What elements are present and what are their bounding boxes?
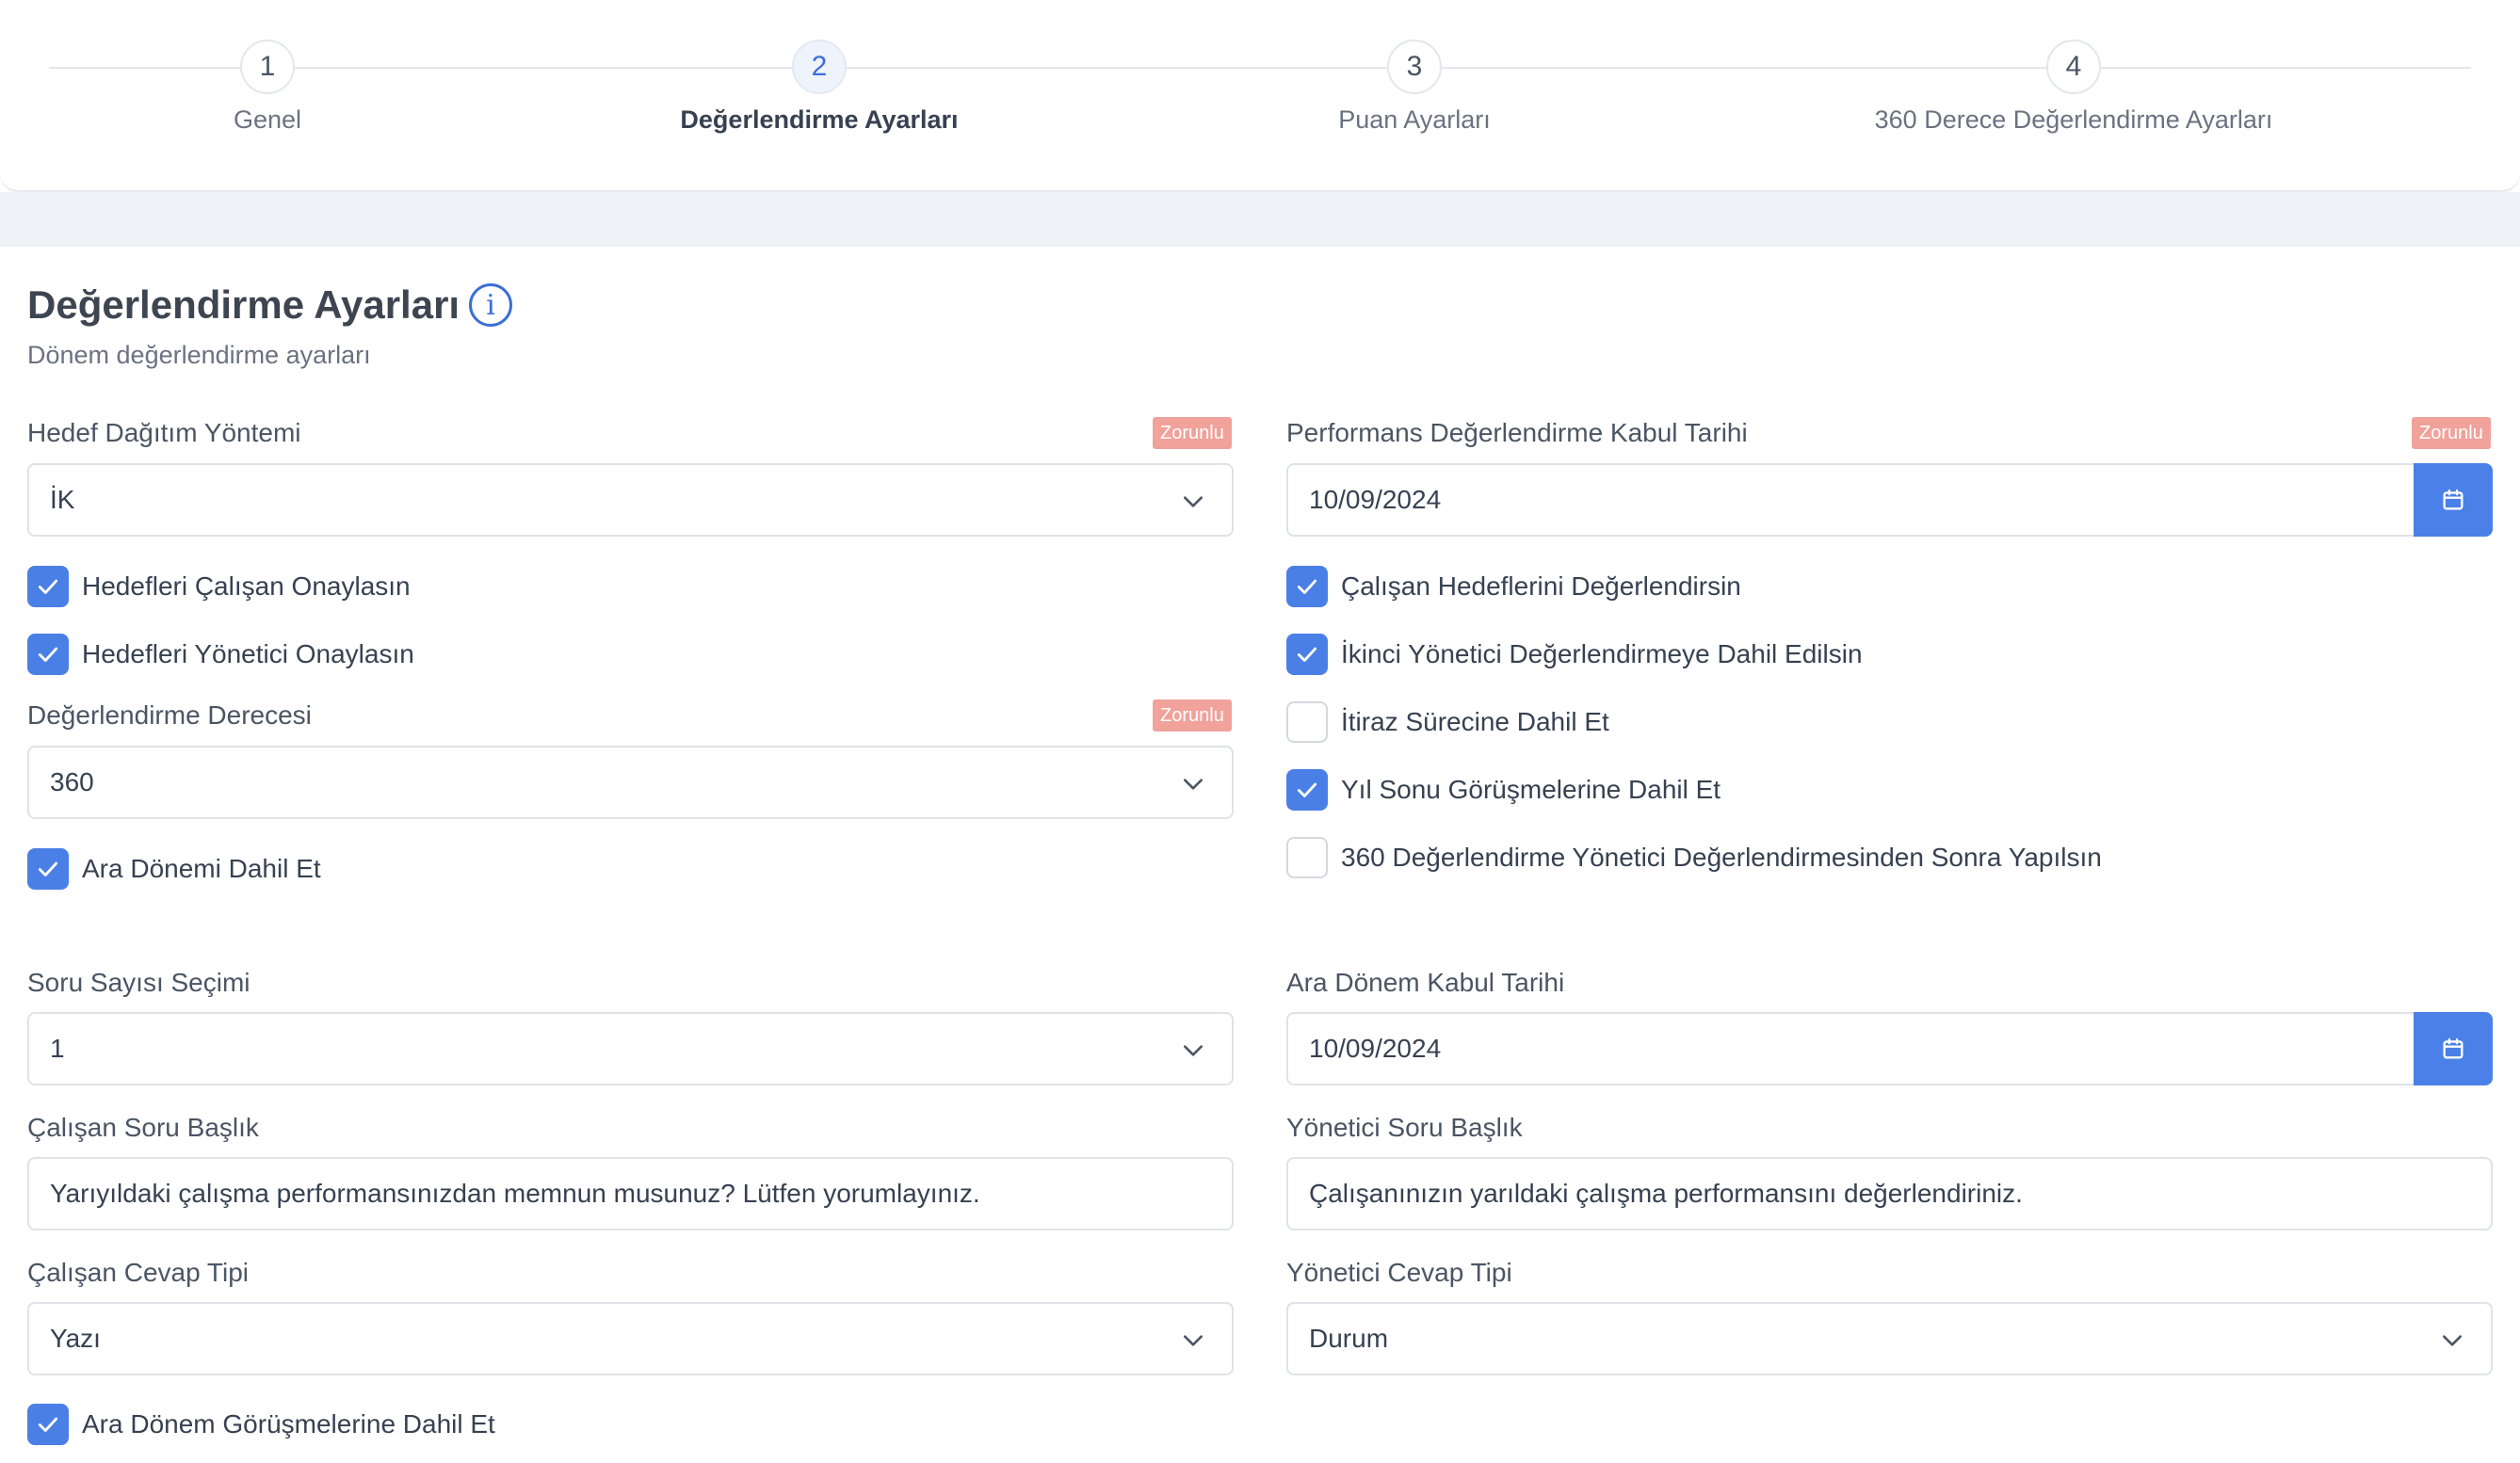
- degree-select[interactable]: 360: [27, 746, 1234, 819]
- check-icon: [1286, 769, 1328, 811]
- question-count-label: Soru Sayısı Seçimi: [27, 968, 250, 997]
- manager-answer-type-value: Durum: [1309, 1324, 1389, 1353]
- checkbox-label: Hedefleri Çalışan Onaylasın: [82, 571, 411, 601]
- chevron-down-icon: [1184, 496, 1203, 507]
- include-interim-checkbox[interactable]: Ara Dönemi Dahil Et: [27, 848, 321, 890]
- interim-date-input[interactable]: 10/09/2024: [1286, 1012, 2493, 1085]
- step-number: 4: [2046, 40, 2101, 94]
- acceptance-date-input[interactable]: 10/09/2024: [1286, 463, 2493, 537]
- interim-date-value: 10/09/2024: [1309, 1034, 1442, 1063]
- page-subtitle: Dönem değerlendirme ayarları: [27, 341, 371, 369]
- chevron-down-icon: [1184, 1045, 1203, 1056]
- page-title: Değerlendirme Ayarları i: [27, 282, 513, 328]
- stepper: 1 Genel 2 Değerlendirme Ayarları 3 Puan …: [0, 0, 2520, 192]
- include-interim-meetings-checkbox[interactable]: Ara Dönem Görüşmelerine Dahil Et: [27, 1404, 495, 1445]
- checkbox-label: Hedefleri Yönetici Onaylasın: [82, 639, 414, 668]
- chevron-down-icon: [1184, 779, 1203, 790]
- page-title-text: Değerlendirme Ayarları: [27, 282, 460, 327]
- checkbox-label: İtiraz Sürecine Dahil Et: [1341, 707, 1609, 736]
- required-badge: Zorunlu: [1153, 699, 1232, 732]
- check-icon: [1286, 634, 1328, 675]
- employee-answer-type-value: Yazı: [50, 1324, 101, 1353]
- manager-answer-type-select[interactable]: Durum: [1286, 1302, 2493, 1375]
- calendar-icon: [2443, 1037, 2463, 1059]
- step-360-settings[interactable]: 4 360 Derece Değerlendirme Ayarları: [1697, 40, 2450, 135]
- checkbox-label: Ara Dönemi Dahil Et: [82, 854, 321, 883]
- evaluation-settings-panel: Değerlendirme Ayarları i Dönem değerlend…: [0, 247, 2520, 1463]
- info-icon[interactable]: i: [469, 283, 513, 327]
- manager-question-label: Yönetici Soru Başlık: [1286, 1113, 1523, 1142]
- employee-answer-type-select[interactable]: Yazı: [27, 1302, 1234, 1375]
- acceptance-date-label: Performans Değerlendirme Kabul Tarihi: [1286, 418, 1748, 447]
- checkbox-label: 360 Değerlendirme Yönetici Değerlendirme…: [1341, 843, 2102, 872]
- calendar-button[interactable]: [2414, 1012, 2493, 1085]
- employee-question-label: Çalışan Soru Başlık: [27, 1113, 259, 1142]
- degree-label: Değerlendirme Derecesi: [27, 700, 312, 730]
- distribution-value: İK: [50, 485, 75, 514]
- calendar-icon: [2443, 489, 2463, 510]
- manager-question-input[interactable]: Çalışanınızın yarıldaki çalışma performa…: [1286, 1157, 2493, 1230]
- approve-manager-checkbox[interactable]: Hedefleri Yönetici Onaylasın: [27, 634, 414, 675]
- question-count-select[interactable]: 1: [27, 1012, 1234, 1085]
- second-manager-checkbox[interactable]: İkinci Yönetici Değerlendirmeye Dahil Ed…: [1286, 634, 1863, 675]
- step-label: Puan Ayarları: [1338, 105, 1491, 134]
- employee-evaluate-checkbox[interactable]: Çalışan Hedeflerini Değerlendirsin: [1286, 566, 1741, 607]
- checkbox-label: Ara Dönem Görüşmelerine Dahil Et: [82, 1409, 495, 1439]
- calendar-button[interactable]: [2414, 463, 2493, 537]
- check-icon: [27, 566, 69, 607]
- question-count-value: 1: [50, 1034, 65, 1063]
- employee-answer-type-label: Çalışan Cevap Tipi: [27, 1258, 250, 1287]
- checkbox-label: Çalışan Hedeflerini Değerlendirsin: [1341, 571, 1741, 601]
- check-icon: [27, 848, 69, 890]
- employee-question-input[interactable]: Yarıyıldaki çalışma performansınızdan me…: [27, 1157, 1234, 1230]
- distribution-label: Hedef Dağıtım Yöntemi: [27, 418, 301, 447]
- manager-answer-type-label: Yönetici Cevap Tipi: [1286, 1258, 1512, 1287]
- step-number: 2: [792, 40, 847, 94]
- check-icon: [1286, 566, 1328, 607]
- objection-checkbox[interactable]: İtiraz Sürecine Dahil Et: [1286, 701, 1609, 743]
- checkbox-label: İkinci Yönetici Değerlendirmeye Dahil Ed…: [1341, 639, 1863, 668]
- degree-value: 360: [50, 767, 94, 796]
- approve-employee-checkbox[interactable]: Hedefleri Çalışan Onaylasın: [27, 566, 411, 607]
- chevron-down-icon: [2443, 1335, 2462, 1346]
- step-number: 1: [240, 40, 295, 94]
- empty-checkbox-icon: [1286, 701, 1328, 743]
- interim-date-label: Ara Dönem Kabul Tarihi: [1286, 968, 1565, 997]
- after-manager-checkbox[interactable]: 360 Değerlendirme Yönetici Değerlendirme…: [1286, 837, 2102, 878]
- required-badge: Zorunlu: [2412, 417, 2491, 449]
- employee-question-value: Yarıyıldaki çalışma performansınızdan me…: [50, 1179, 980, 1208]
- step-score-settings[interactable]: 3 Puan Ayarları: [1038, 40, 1791, 135]
- manager-question-value: Çalışanınızın yarıldaki çalışma performa…: [1309, 1179, 2023, 1208]
- check-icon: [27, 1404, 69, 1445]
- chevron-down-icon: [1184, 1335, 1203, 1346]
- check-icon: [27, 634, 69, 675]
- empty-checkbox-icon: [1286, 837, 1328, 878]
- checkbox-label: Yıl Sonu Görüşmelerine Dahil Et: [1341, 775, 1721, 804]
- acceptance-date-value: 10/09/2024: [1309, 485, 1442, 514]
- section-gap: [0, 192, 2520, 247]
- step-label: 360 Derece Değerlendirme Ayarları: [1874, 105, 2273, 134]
- step-number: 3: [1387, 40, 1442, 94]
- year-end-checkbox[interactable]: Yıl Sonu Görüşmelerine Dahil Et: [1286, 769, 1720, 811]
- distribution-select[interactable]: İK: [27, 463, 1234, 537]
- required-badge: Zorunlu: [1153, 417, 1232, 449]
